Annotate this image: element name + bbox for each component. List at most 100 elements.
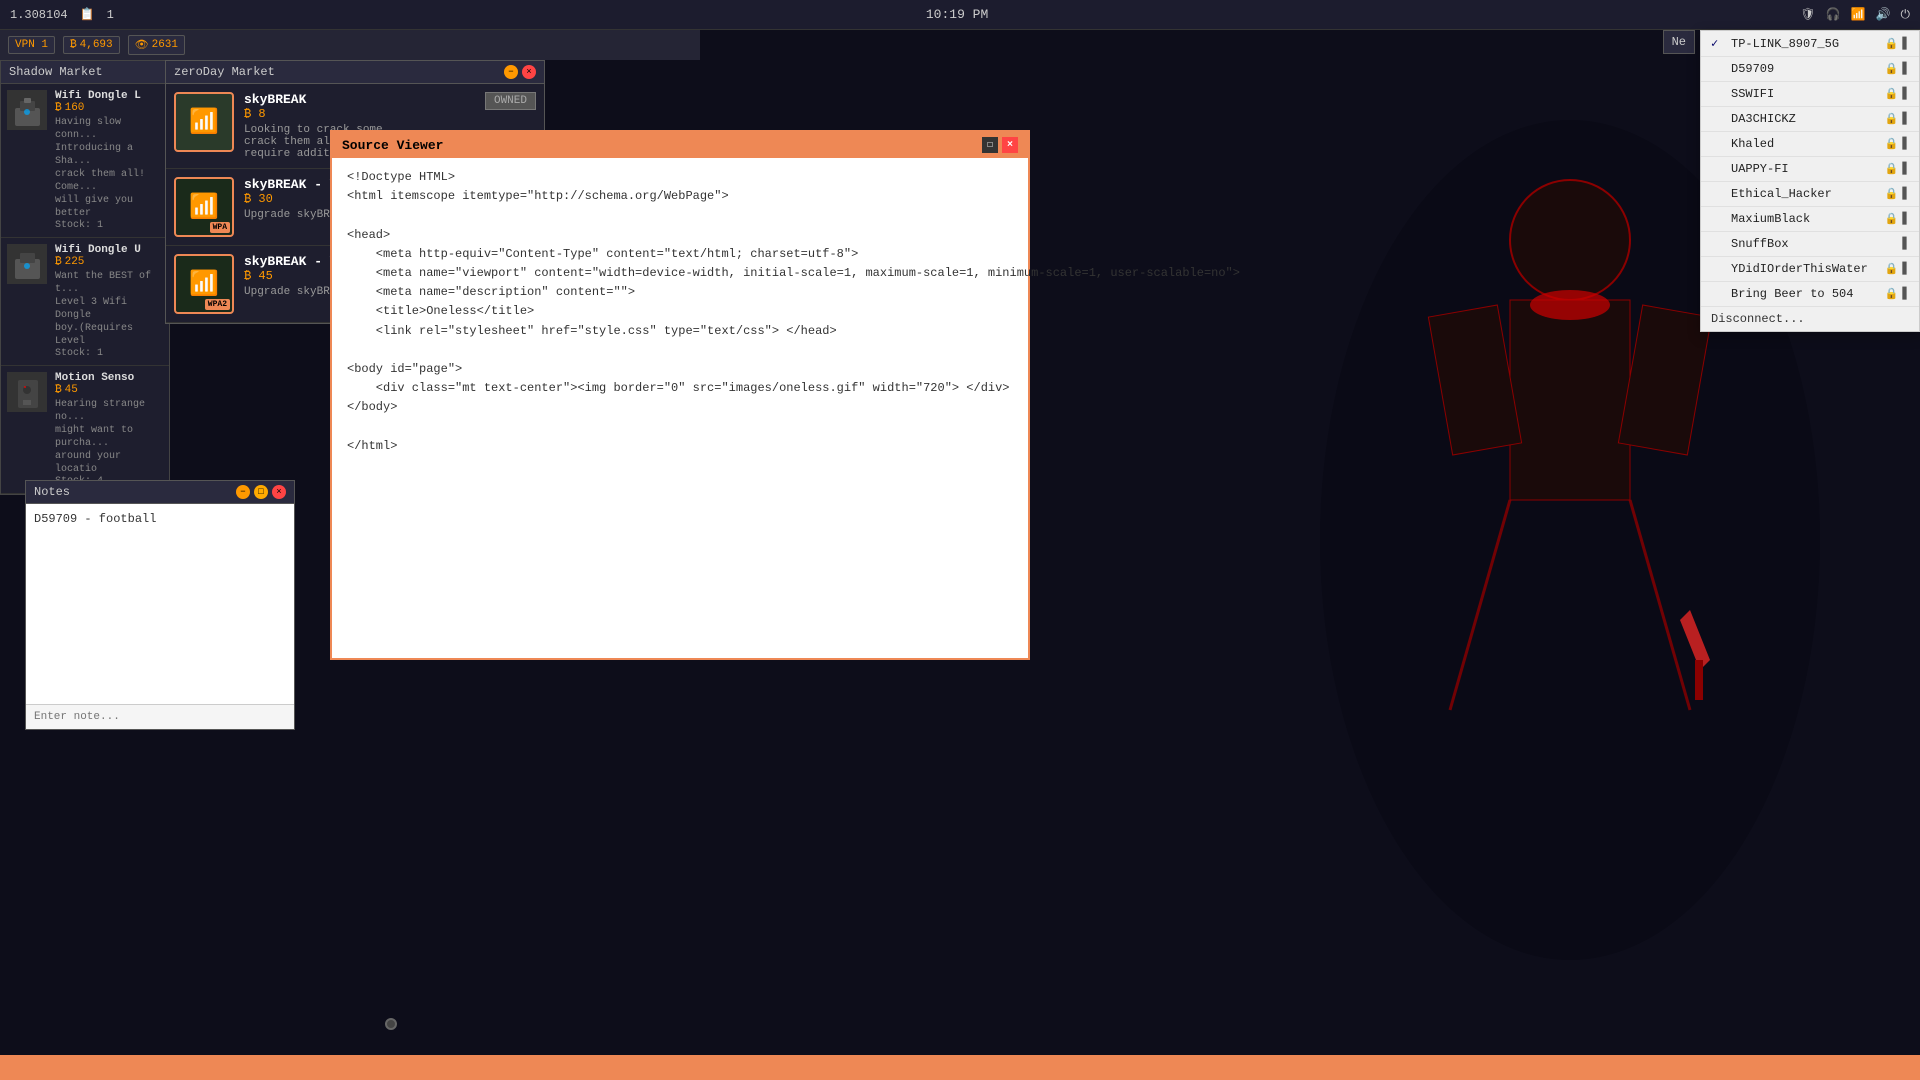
lock-icon-2: 🔒 xyxy=(1885,87,1899,101)
wifi-item-left-0: ✓ TP-LINK_8907_5G xyxy=(1711,36,1839,51)
wifi-item-right-1: 🔒 ▋ xyxy=(1885,62,1909,76)
wifi-item-right-10: 🔒 ▋ xyxy=(1885,287,1909,301)
wifi-check-icon: ✓ xyxy=(1711,36,1725,51)
sys-left: 1.308104 📋 1 xyxy=(10,7,114,22)
wifi-item-0[interactable]: ✓ TP-LINK_8907_5G 🔒 ▋ xyxy=(1701,31,1919,57)
lock-icon-7: 🔒 xyxy=(1885,212,1899,226)
item-price-1: ₿ 225 xyxy=(55,256,163,268)
wifi-item-2[interactable]: SSWIFI 🔒 ▋ xyxy=(1701,82,1919,107)
bitcoin-icon: ₿ xyxy=(70,39,77,51)
wifi-name-10: Bring Beer to 504 xyxy=(1731,287,1853,301)
wifi-item-right-6: 🔒 ▋ xyxy=(1885,187,1909,201)
notes-input[interactable] xyxy=(26,704,294,729)
signal-icon-2: ▋ xyxy=(1902,87,1909,101)
item-name-1: Wifi Dongle U xyxy=(55,244,163,256)
currency2-badge: 👁 2631 xyxy=(128,35,185,55)
item-icon-0 xyxy=(7,90,47,130)
wifi-item-5[interactable]: UAPPY-FI 🔒 ▋ xyxy=(1701,157,1919,182)
wifi-wpa2-icon: 📶 xyxy=(189,269,219,299)
lock-icon-6: 🔒 xyxy=(1885,187,1899,201)
wifi-item-left-2: SSWIFI xyxy=(1711,87,1774,101)
notes-titlebar[interactable]: Notes − □ × xyxy=(26,481,294,504)
item-price-0: ₿ 160 xyxy=(55,102,163,114)
notes-minimize-button[interactable]: − xyxy=(236,485,250,499)
wifi-name-3: DA3CHICKZ xyxy=(1731,112,1796,126)
lock-icon-3: 🔒 xyxy=(1885,112,1899,126)
notes-content-text: D59709 - football xyxy=(34,512,156,526)
wifi-wpa-icon: 📶 xyxy=(189,192,219,222)
notes-maximize-button[interactable]: □ xyxy=(254,485,268,499)
currency2-value: 2631 xyxy=(152,39,178,51)
notes-title: Notes xyxy=(34,485,70,499)
wifi-item-6[interactable]: Ethical_Hacker 🔒 ▋ xyxy=(1701,182,1919,207)
wifi-item-left-3: DA3CHICKZ xyxy=(1711,112,1796,126)
lock-icon-0: 🔒 xyxy=(1885,37,1899,51)
system-bar: 1.308104 📋 1 10:19 PM 🛡 🎧 📶 🔊 ⏻ xyxy=(0,0,1920,30)
market-item-0[interactable]: Wifi Dongle L ₿ 160 Having slow conn...I… xyxy=(1,84,169,238)
wifi-item-right-5: 🔒 ▋ xyxy=(1885,162,1909,176)
wifi-item-10[interactable]: Bring Beer to 504 🔒 ▋ xyxy=(1701,282,1919,307)
wifi-crack-icon: 📶 xyxy=(189,107,219,137)
sv-maximize-button[interactable]: ☐ xyxy=(982,137,998,153)
new-button[interactable]: Ne xyxy=(1663,30,1695,54)
wifi-name-8: SnuffBox xyxy=(1731,237,1789,251)
wifi-dropdown-menu: ✓ TP-LINK_8907_5G 🔒 ▋ D59709 🔒 ▋ SSWIFI … xyxy=(1700,30,1920,332)
wifi-name-6: Ethical_Hacker xyxy=(1731,187,1832,201)
signal-icon-5: ▋ xyxy=(1902,162,1909,176)
wifi-item-right-8: ▋ xyxy=(1902,237,1909,251)
wifi-item-right-4: 🔒 ▋ xyxy=(1885,137,1909,151)
item-stock-0: Stock: 1 xyxy=(55,220,163,231)
wifi-name-2: SSWIFI xyxy=(1731,87,1774,101)
zd-item-name-0: skyBREAK xyxy=(244,92,416,107)
scroll-indicator[interactable] xyxy=(385,1018,397,1030)
wifi-name-5: UAPPY-FI xyxy=(1731,162,1789,176)
shadow-market-titlebar[interactable]: Shadow Market xyxy=(1,61,169,84)
toolbar: VPN 1 ₿ 4,693 👁 2631 xyxy=(0,30,700,60)
wifi-disconnect-button[interactable]: Disconnect... xyxy=(1701,307,1919,331)
sys-right: 🛡 🎧 📶 🔊 ⏻ xyxy=(1800,7,1910,22)
sv-titlebar[interactable]: Source Viewer ☐ × xyxy=(332,132,1028,158)
wifi-item-4[interactable]: Khaled 🔒 ▋ xyxy=(1701,132,1919,157)
market-item-2[interactable]: Motion Senso ₿ 45 Hearing strange no...m… xyxy=(1,366,169,494)
zd-close-button[interactable]: × xyxy=(522,65,536,79)
signal-icon-1: ▋ xyxy=(1902,62,1909,76)
sv-close-button[interactable]: × xyxy=(1002,137,1018,153)
sv-controls: ☐ × xyxy=(982,137,1018,153)
wifi-item-left-1: D59709 xyxy=(1711,62,1774,76)
zd-item-price-0: ₿ 8 xyxy=(244,107,416,121)
wifi-item-left-4: Khaled xyxy=(1711,137,1774,151)
notes-close-button[interactable]: × xyxy=(272,485,286,499)
lock-icon-10: 🔒 xyxy=(1885,287,1899,301)
wifi-name-0: TP-LINK_8907_5G xyxy=(1731,37,1839,51)
wifi-item-left-5: UAPPY-FI xyxy=(1711,162,1789,176)
market-item-1[interactable]: Wifi Dongle U ₿ 225 Want the BEST of t..… xyxy=(1,238,169,366)
signal-icon-3: ▋ xyxy=(1902,112,1909,126)
player-id: 1.308104 xyxy=(10,8,68,22)
signal-icon-10: ▋ xyxy=(1902,287,1909,301)
power-icon: ⏻ xyxy=(1901,8,1911,22)
eye-icon: 👁 xyxy=(135,38,149,52)
wifi-item-9[interactable]: YDidIOrderThisWater 🔒 ▋ xyxy=(1701,257,1919,282)
wifi-item-8[interactable]: SnuffBox ▋ xyxy=(1701,232,1919,257)
shadow-market-title: Shadow Market xyxy=(9,65,103,79)
wifi-item-1[interactable]: D59709 🔒 ▋ xyxy=(1701,57,1919,82)
wifi-item-right-7: 🔒 ▋ xyxy=(1885,212,1909,226)
wifi-icon[interactable]: 📶 xyxy=(1851,7,1866,22)
item-desc-2: Hearing strange no...might want to purch… xyxy=(55,398,163,476)
zd-minimize-button[interactable]: − xyxy=(504,65,518,79)
item-name-2: Motion Senso xyxy=(55,372,163,384)
wifi-item-7[interactable]: MaxiumBlack 🔒 ▋ xyxy=(1701,207,1919,232)
signal-icon-0: ▋ xyxy=(1902,37,1909,51)
zd-item-icon-2: 📶 WPA2 xyxy=(174,254,234,314)
lock-icon-1: 🔒 xyxy=(1885,62,1899,76)
wifi-item-left-10: Bring Beer to 504 xyxy=(1711,287,1853,301)
item-name-0: Wifi Dongle L xyxy=(55,90,163,102)
new-label: Ne xyxy=(1672,35,1686,49)
notes-window: Notes − □ × D59709 - football xyxy=(25,480,295,730)
signal-icon-8: ▋ xyxy=(1902,237,1909,251)
book-icon: 📋 xyxy=(80,7,95,22)
zd-titlebar[interactable]: zeroDay Market − × xyxy=(166,61,544,84)
zd-win-controls: − × xyxy=(504,65,536,79)
wifi-item-3[interactable]: DA3CHICKZ 🔒 ▋ xyxy=(1701,107,1919,132)
zd-item-icon-1: 📶 WPA xyxy=(174,177,234,237)
